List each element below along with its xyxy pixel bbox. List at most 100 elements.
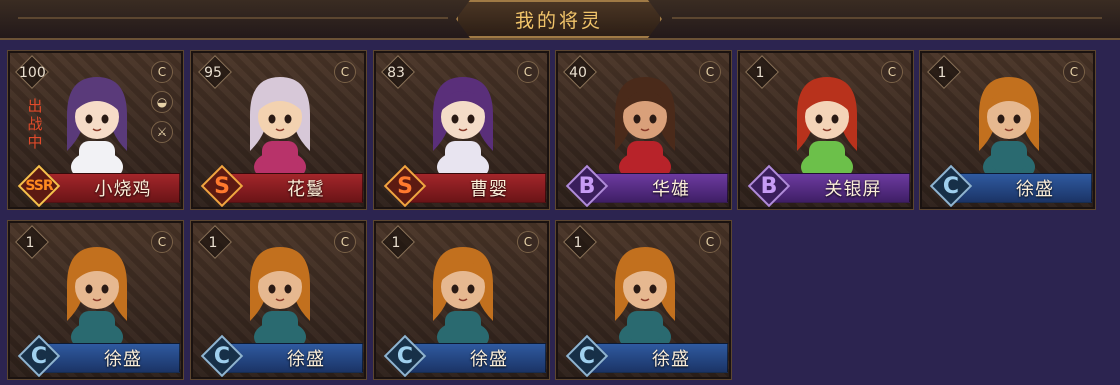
rank-badge: C — [929, 164, 973, 207]
name-plate: 徐盛 — [40, 343, 180, 373]
c-badge-glyph: C — [887, 65, 897, 79]
rank-badge: C — [200, 334, 244, 377]
rank-letter: C — [30, 343, 48, 369]
level-badge: 1 — [745, 58, 775, 88]
sword-icon[interactable]: ⚔ — [151, 121, 173, 143]
rank-badge: S — [383, 164, 427, 207]
character-portrait — [67, 77, 127, 179]
spirit-card[interactable]: 40 C 华雄 B — [555, 50, 732, 210]
level-badge: 100 — [15, 58, 50, 88]
level-value: 1 — [208, 235, 218, 251]
rank-badge: C — [565, 334, 609, 377]
c-badge-icon[interactable]: C — [699, 61, 721, 83]
deployed-status: 出战中 — [27, 97, 43, 151]
spirit-card[interactable]: 95 C 花鬘 S — [190, 50, 367, 210]
character-portrait — [67, 247, 127, 349]
spirit-name: 徐盛 — [470, 349, 508, 370]
level-value: 1 — [755, 65, 765, 81]
level-value: 83 — [387, 65, 405, 81]
c-badge-icon[interactable]: C — [334, 61, 356, 83]
level-value: 1 — [573, 235, 583, 251]
rank-badge: B — [565, 164, 609, 207]
character-portrait — [250, 247, 310, 349]
character-portrait — [615, 247, 675, 349]
name-plate: 徐盛 — [406, 343, 546, 373]
rank-letter: S — [397, 173, 413, 199]
spirit-name: 华雄 — [652, 179, 690, 200]
rank-letter: C — [942, 173, 960, 199]
level-badge: 1 — [198, 228, 228, 258]
title-plate: 我的将灵 — [456, 0, 662, 38]
character-portrait — [615, 77, 675, 179]
c-badge-glyph: C — [157, 235, 167, 249]
c-badge-icon[interactable]: C — [699, 231, 721, 253]
c-badge-icon[interactable]: C — [517, 231, 539, 253]
character-portrait — [433, 77, 493, 179]
level-value: 1 — [25, 235, 35, 251]
level-badge: 95 — [198, 58, 228, 88]
spirit-card[interactable]: 1 C 徐盛 C — [919, 50, 1096, 210]
sword-glyph: ⚔ — [156, 125, 168, 139]
spirit-name: 徐盛 — [287, 349, 325, 370]
name-plate: 花鬘 — [223, 173, 363, 203]
level-badge: 1 — [563, 228, 593, 258]
level-value: 100 — [19, 65, 46, 81]
c-badge-icon[interactable]: C — [334, 231, 356, 253]
character-portrait — [250, 77, 310, 179]
title-bar: 我的将灵 — [0, 0, 1120, 40]
spirit-name: 曹婴 — [470, 179, 508, 200]
c-badge-glyph: C — [340, 65, 350, 79]
name-plate: 小烧鸡 — [40, 173, 180, 203]
spirit-name: 关银屏 — [824, 179, 882, 200]
spirit-name: 徐盛 — [1016, 179, 1054, 200]
character-portrait — [797, 77, 857, 179]
name-plate: 关银屏 — [770, 173, 910, 203]
name-plate: 徐盛 — [223, 343, 363, 373]
name-plate: 曹婴 — [406, 173, 546, 203]
rank-letter: C — [396, 343, 414, 369]
level-badge: 40 — [563, 58, 593, 88]
spirit-card[interactable]: 1 C 徐盛 C — [7, 220, 184, 380]
hat-icon[interactable]: ◒ — [151, 91, 173, 113]
rank-badge: C — [17, 334, 61, 377]
level-badge: 1 — [927, 58, 957, 88]
c-badge-glyph: C — [705, 65, 715, 79]
character-portrait — [979, 77, 1039, 179]
rank-badge: SSR — [17, 164, 61, 207]
spirit-card[interactable]: 1 C 徐盛 C — [190, 220, 367, 380]
c-badge-glyph: C — [523, 65, 533, 79]
c-badge-icon[interactable]: C — [881, 61, 903, 83]
c-badge-glyph: C — [523, 235, 533, 249]
spirit-name: 小烧鸡 — [94, 179, 152, 200]
level-badge: 1 — [381, 228, 411, 258]
level-value: 40 — [569, 65, 587, 81]
spirit-card[interactable]: 100 C ◒ ⚔ 出战中 小烧鸡 SSR — [7, 50, 184, 210]
level-value: 1 — [937, 65, 947, 81]
level-badge: 1 — [15, 228, 45, 258]
spirit-card[interactable]: 1 C 徐盛 C — [555, 220, 732, 380]
character-portrait — [433, 247, 493, 349]
rank-badge: C — [383, 334, 427, 377]
spirit-card[interactable]: 1 C 关银屏 B — [737, 50, 914, 210]
rank-letter: C — [213, 343, 231, 369]
spirit-name: 花鬘 — [287, 179, 325, 200]
c-badge-icon[interactable]: C — [1063, 61, 1085, 83]
spirit-name: 徐盛 — [652, 349, 690, 370]
c-badge-glyph: C — [157, 65, 167, 79]
level-value: 1 — [391, 235, 401, 251]
c-badge-glyph: C — [1069, 65, 1079, 79]
rank-letter: S — [214, 173, 230, 199]
page-title: 我的将灵 — [514, 9, 603, 32]
c-badge-glyph: C — [340, 235, 350, 249]
c-badge-icon[interactable]: C — [151, 61, 173, 83]
hat-glyph: ◒ — [156, 95, 168, 109]
c-badge-icon[interactable]: C — [517, 61, 539, 83]
spirit-card[interactable]: 83 C 曹婴 S — [373, 50, 550, 210]
level-value: 95 — [204, 65, 222, 81]
name-plate: 徐盛 — [952, 173, 1092, 203]
spirit-name: 徐盛 — [104, 349, 142, 370]
spirit-card[interactable]: 1 C 徐盛 C — [373, 220, 550, 380]
name-plate: 徐盛 — [588, 343, 728, 373]
c-badge-icon[interactable]: C — [151, 231, 173, 253]
c-badge-glyph: C — [705, 235, 715, 249]
